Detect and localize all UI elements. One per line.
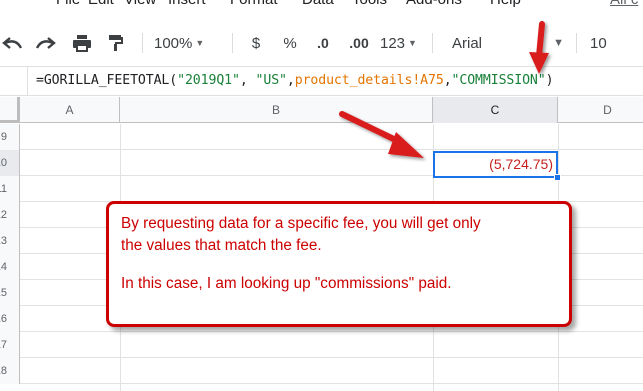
grid-row: 9 xyxy=(0,124,643,150)
toolbar: 100% ▼ $ % .0 .00 123 ▼ Arial ▼ 10 xyxy=(0,22,643,62)
chevron-down-icon: ▼ xyxy=(408,38,417,48)
row-header[interactable]: 9 xyxy=(0,124,20,150)
chevron-down-icon: ▼ xyxy=(553,37,564,49)
formula-separator: , xyxy=(239,73,256,88)
column-header-a[interactable]: A xyxy=(20,97,120,123)
formula-separator: , xyxy=(443,73,452,88)
toolbar-separator xyxy=(142,33,143,53)
grid-row: 11 xyxy=(0,176,643,202)
currency-label: $ xyxy=(251,34,261,52)
chevron-down-icon: ▼ xyxy=(195,38,205,48)
undo-button[interactable] xyxy=(0,32,24,54)
percent-label: % xyxy=(283,34,297,52)
font-size-select[interactable]: 10 xyxy=(590,32,620,54)
cell-value: (5,724.75) xyxy=(489,156,553,172)
menu-data[interactable]: Data xyxy=(302,0,334,8)
row-header[interactable]: 13 xyxy=(0,228,20,254)
column-header-d[interactable]: D xyxy=(558,97,643,123)
zoom-value: 100% xyxy=(154,34,193,52)
formula-function-name: =GORILLA_FEETOTAL( xyxy=(36,73,178,88)
more-formats-label: 123 xyxy=(380,34,406,52)
annotation-callout: By requesting data for a specific fee, y… xyxy=(106,201,572,327)
formula-arg-country: "US" xyxy=(255,73,287,88)
grid-row: 17 xyxy=(0,332,643,358)
formula-arg-range: product_details!A75 xyxy=(294,73,444,88)
row-header[interactable]: 10 xyxy=(0,150,20,176)
menu-file[interactable]: File xyxy=(56,0,80,8)
font-family-select[interactable]: Arial ▼ xyxy=(452,32,564,54)
redo-button[interactable] xyxy=(34,32,58,54)
menu-bar: File Edit View Insert Format Data Tools … xyxy=(0,0,643,9)
fx-label-area xyxy=(0,67,28,95)
row-header[interactable]: 11 xyxy=(0,176,20,202)
formula-close-paren: ) xyxy=(545,73,554,88)
callout-line-1: By requesting data for a specific fee, y… xyxy=(121,215,481,232)
menu-view[interactable]: View xyxy=(124,0,156,8)
font-family-value: Arial xyxy=(452,34,483,52)
menu-insert[interactable]: Insert xyxy=(168,0,206,8)
toolbar-separator xyxy=(432,33,433,53)
formula-bar: =GORILLA_FEETOTAL("2019Q1", "US",product… xyxy=(0,66,643,96)
fill-handle[interactable] xyxy=(554,174,561,181)
menu-format[interactable]: Format xyxy=(230,0,278,8)
column-header-c[interactable]: C xyxy=(433,97,558,123)
formula-arg-period: "2019Q1" xyxy=(177,73,240,88)
font-size-value: 10 xyxy=(590,34,607,52)
zoom-select[interactable]: 100% ▼ xyxy=(154,32,220,54)
row-header[interactable]: 16 xyxy=(0,306,20,332)
undo-icon xyxy=(2,37,22,49)
percent-format-button[interactable]: % xyxy=(280,32,300,54)
toolbar-separator xyxy=(576,33,577,53)
formula-arg-fee: "COMMISSION" xyxy=(451,73,546,88)
decrease-decimals-label: .0 xyxy=(317,35,329,51)
decrease-decimals-button[interactable]: .0 xyxy=(310,32,336,54)
paint-format-button[interactable] xyxy=(104,32,128,54)
toolbar-separator xyxy=(232,33,233,53)
menu-help[interactable]: Help xyxy=(490,0,521,8)
row-header[interactable]: 17 xyxy=(0,332,20,358)
print-button[interactable] xyxy=(70,32,94,54)
paint-format-icon xyxy=(109,35,123,51)
row-header[interactable]: 15 xyxy=(0,280,20,306)
callout-line-2: the values that match the fee. xyxy=(121,237,322,254)
menu-tools[interactable]: Tools xyxy=(352,0,387,8)
menu-addons[interactable]: Add-ons xyxy=(406,0,462,8)
formula-input[interactable]: =GORILLA_FEETOTAL("2019Q1", "US",product… xyxy=(36,73,554,88)
menu-all-changes[interactable]: All c xyxy=(610,0,638,8)
select-all-corner[interactable] xyxy=(0,97,20,123)
grid-row: 18 xyxy=(0,358,643,384)
formula-separator: , xyxy=(286,73,295,88)
row-header[interactable]: 14 xyxy=(0,254,20,280)
redo-icon xyxy=(36,37,56,49)
increase-decimals-button[interactable]: .00 xyxy=(342,32,376,54)
callout-line-3: In this case, I am looking up "commissio… xyxy=(121,275,452,292)
row-header[interactable]: 18 xyxy=(0,358,20,384)
row-header[interactable]: 12 xyxy=(0,202,20,228)
increase-decimals-label: .00 xyxy=(349,35,369,51)
selected-cell-c10[interactable]: (5,724.75) xyxy=(433,151,561,181)
column-header-row: A B C D xyxy=(0,97,643,123)
column-header-b[interactable]: B xyxy=(120,97,433,123)
menu-edit[interactable]: Edit xyxy=(88,0,114,8)
print-icon xyxy=(73,35,91,52)
more-formats-select[interactable]: 123 ▼ xyxy=(380,32,424,54)
currency-format-button[interactable]: $ xyxy=(246,32,266,54)
